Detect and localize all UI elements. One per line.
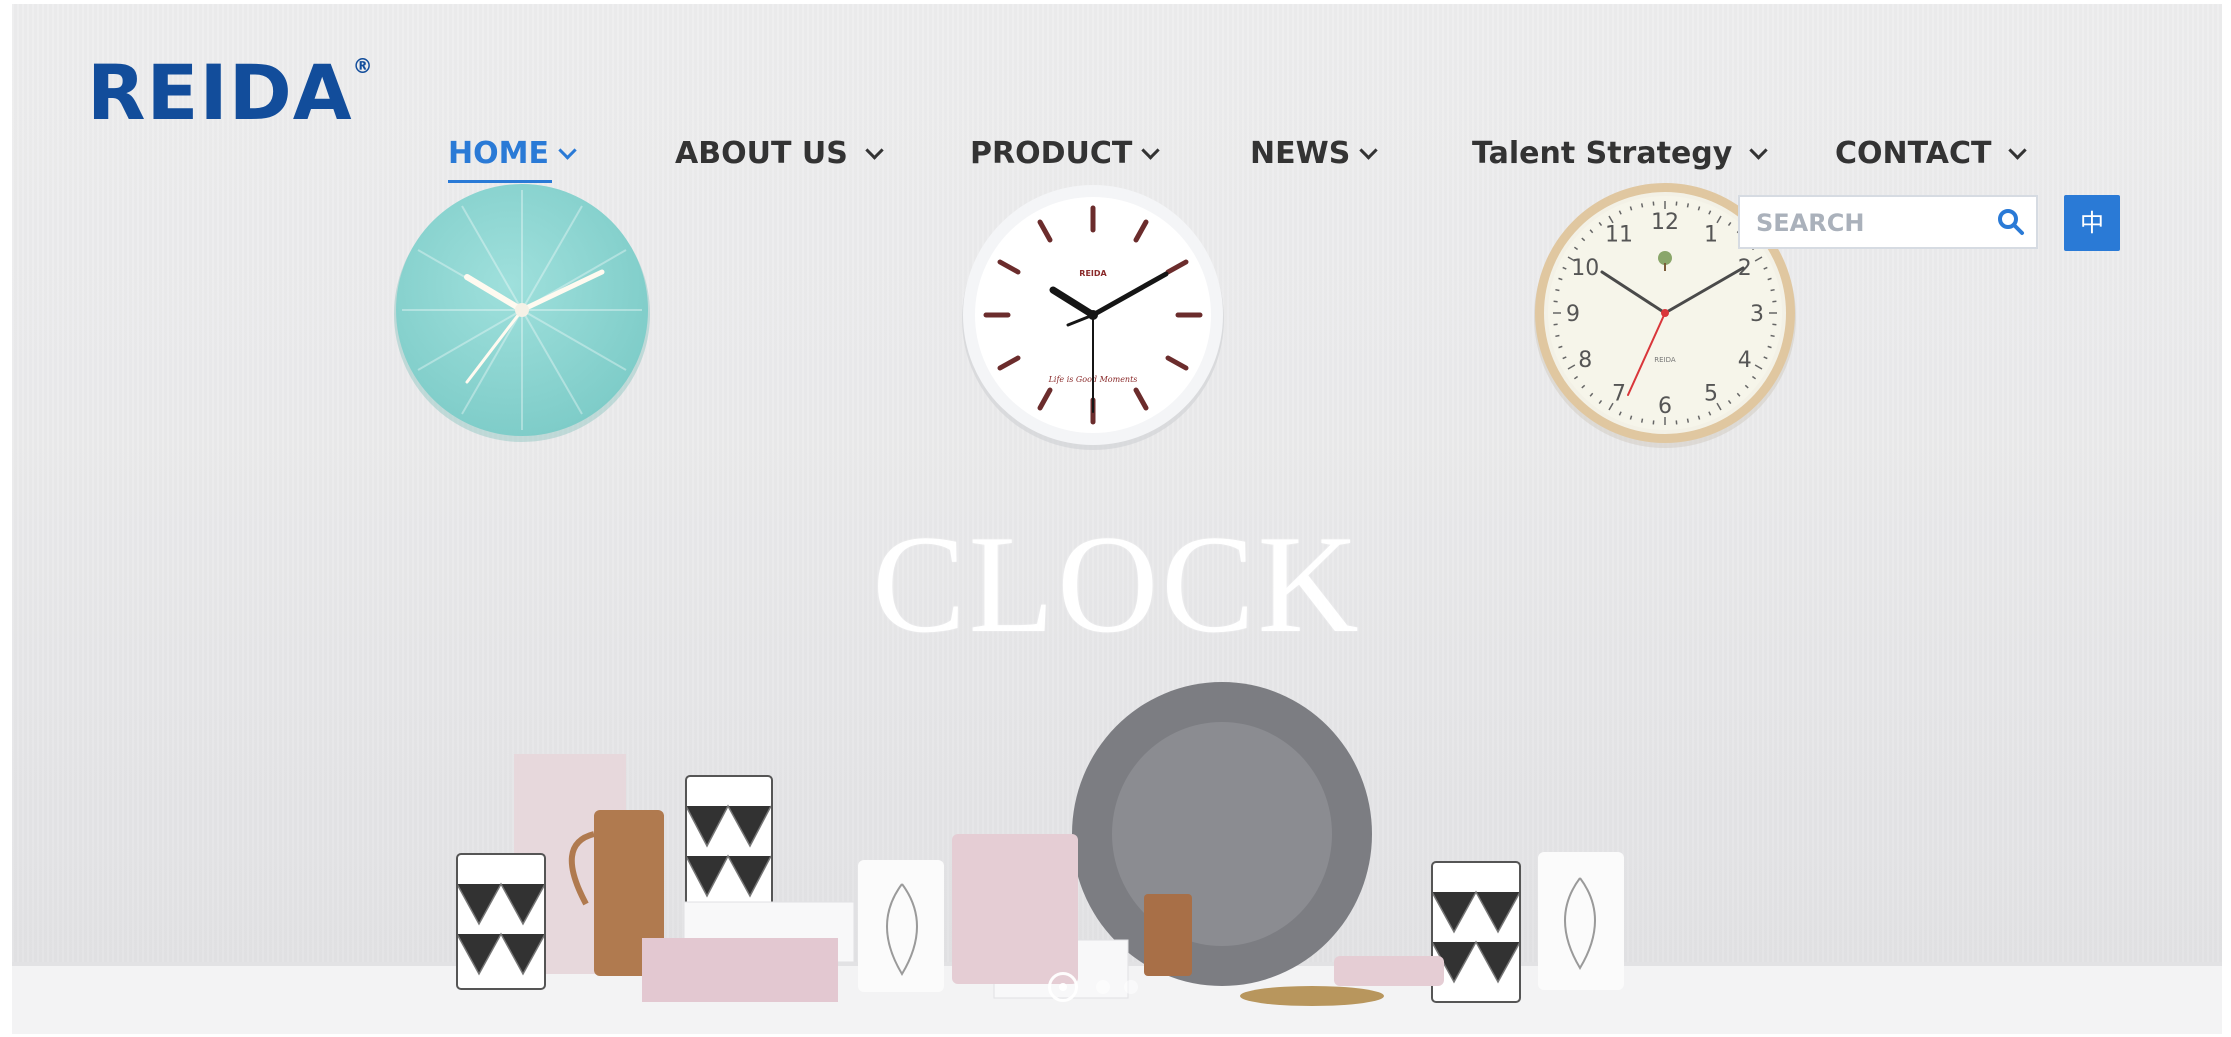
chevron-down-icon xyxy=(1749,141,1769,160)
site-logo[interactable]: REIDA® xyxy=(87,48,374,137)
slider-dot[interactable] xyxy=(1096,980,1110,994)
nav-item-product[interactable]: PRODUCT xyxy=(970,136,1161,171)
search-input[interactable] xyxy=(1754,197,1998,249)
nav-item-about[interactable]: ABOUT US xyxy=(675,136,884,171)
clock-numeral: 3 xyxy=(1750,302,1764,327)
clock-numeral: 12 xyxy=(1651,210,1679,235)
slider-dot-active[interactable] xyxy=(1048,972,1078,1002)
clock-numeral: 1 xyxy=(1704,222,1718,247)
chevron-down-icon xyxy=(1359,141,1379,160)
nav-item-label: Talent Strategy xyxy=(1472,136,1733,171)
teal-wall-clock xyxy=(394,184,650,442)
search-box xyxy=(1738,195,2038,249)
nav-item-label: NEWS xyxy=(1250,136,1351,171)
clock-numeral: 4 xyxy=(1738,348,1752,373)
clock-numeral: 11 xyxy=(1605,222,1633,247)
hero-headline: CLOCK xyxy=(872,507,1362,662)
search-icon[interactable] xyxy=(1996,207,2026,237)
clock-numeral: 6 xyxy=(1658,394,1672,419)
clock-brand-label: REIDA xyxy=(1654,356,1676,364)
chevron-down-icon xyxy=(1141,141,1161,160)
chevron-down-icon xyxy=(865,141,884,160)
slider-dot[interactable] xyxy=(1124,980,1138,994)
clock-numeral: 10 xyxy=(1571,256,1599,281)
chevron-down-icon xyxy=(2008,141,2028,160)
nav-item-talent-strategy[interactable]: Talent Strategy xyxy=(1472,136,1769,171)
chevron-down-icon xyxy=(558,141,577,160)
nav-item-news[interactable]: NEWS xyxy=(1250,136,1379,171)
nav-item-label: ABOUT US xyxy=(675,136,848,171)
clock-numeral: 9 xyxy=(1566,302,1580,327)
hero-banner: REIDA® HOME ABOUT US PRODUCT NEWS Talent… xyxy=(12,4,2222,1034)
language-switch-button[interactable]: 中 xyxy=(2064,195,2120,251)
white-wall-clock: REIDA Life is Good Moments xyxy=(962,185,1224,450)
clock-numeral: 5 xyxy=(1704,382,1718,407)
clock-brand-label: REIDA xyxy=(1079,269,1107,278)
nav-item-label: CONTACT xyxy=(1835,136,1992,171)
clock-numeral: 7 xyxy=(1612,382,1626,407)
nav-item-label: HOME xyxy=(448,136,549,171)
shelf-decor-scene xyxy=(12,682,2222,1034)
nav-item-home[interactable]: HOME xyxy=(448,136,577,183)
clock-numeral: 8 xyxy=(1578,348,1592,373)
nav-item-contact[interactable]: CONTACT xyxy=(1835,136,2028,171)
nav-item-label: PRODUCT xyxy=(970,136,1133,171)
